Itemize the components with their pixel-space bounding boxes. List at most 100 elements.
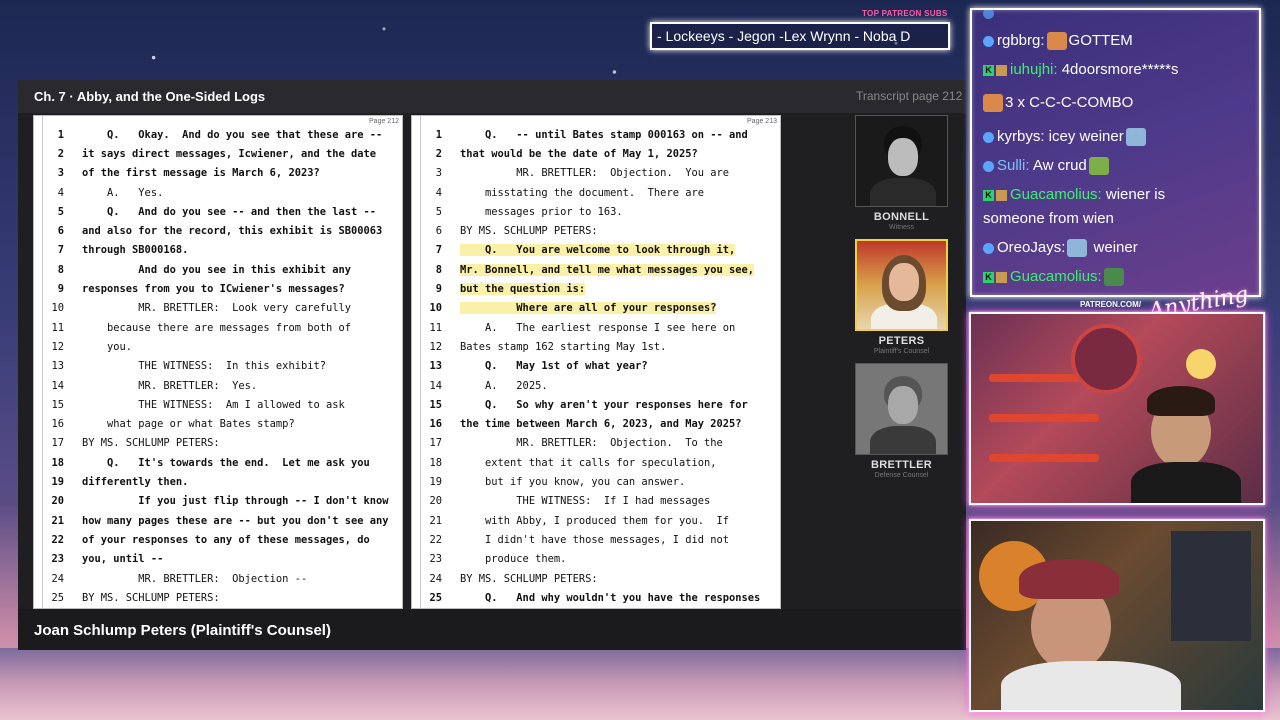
chat-username: iuhujhi: (1010, 61, 1058, 78)
badge-icon (983, 35, 994, 47)
speaker-bar: Joan Schlump Peters (Plaintiff's Counsel… (18, 609, 966, 650)
line-number: 14 (51, 379, 64, 392)
line-number: 8 (57, 263, 64, 276)
transcript-line: 6 BY MS. SCHLUMP PETERS: (412, 222, 780, 241)
line-text: THE WITNESS: Am I allowed to ask (82, 398, 345, 411)
chat-text: weiner (1089, 239, 1138, 256)
webcam-bottom (969, 519, 1265, 712)
line-number: 24 (429, 572, 442, 585)
line-text: you. (82, 340, 133, 353)
transcript-line: 13 THE WITNESS: In this exhibit? (34, 357, 402, 376)
line-text: Q. It's towards the end. Let me ask you (82, 456, 370, 469)
line-text: Q. -- until Bates stamp 000163 on -- and (460, 128, 748, 141)
transcript-line: 8 Mr. Bonnell, and tell me what messages … (412, 260, 780, 279)
line-text: the time between March 6, 2023, and May … (460, 418, 742, 431)
line-number: 4 (435, 186, 442, 199)
line-number: 12 (51, 340, 64, 353)
line-text: MR. BRETTLER: Yes. (82, 379, 258, 392)
transcript-line: 17 BY MS. SCHLUMP PETERS: (34, 434, 402, 453)
patreon-label: PATREON.COM/ (1080, 300, 1142, 309)
highlighted-line-text: Mr. Bonnell, and tell me what messages y… (460, 263, 755, 276)
line-text: A. The earliest response I see here on (460, 321, 736, 334)
line-text: MR. BRETTLER: Objection. To the (460, 437, 723, 450)
line-number: 12 (429, 340, 442, 353)
chapter-title: Ch. 7 · Abby, and the One-Sided Logs (34, 89, 266, 104)
transcript-line: 10 MR. BRETTLER: Look very carefully (34, 299, 402, 318)
line-text: responses from you to ICwiener's message… (82, 283, 345, 296)
line-text: that would be the date of May 1, 2025? (460, 147, 698, 160)
combo-text: 3 x C-C-C-COMBO (1005, 94, 1134, 111)
badge-icon (983, 242, 994, 254)
line-text: I didn't have those messages, I did not (460, 533, 729, 546)
line-text: of your responses to any of these messag… (82, 533, 370, 546)
line-number: 2 (57, 147, 64, 160)
transcript-line: 19 but if you know, you can answer. (412, 472, 780, 491)
chat-text: Aw crud (1029, 157, 1087, 174)
transcript-line: 24 MR. BRETTLER: Objection -- (34, 569, 402, 588)
line-number: 20 (51, 495, 64, 508)
line-number: 16 (51, 418, 64, 431)
transcript-line: 23 you, until -- (34, 550, 402, 569)
chat-message: kyrbys: icey weiner (983, 128, 1255, 147)
emote-icon (983, 94, 1003, 113)
line-number: 9 (57, 283, 64, 296)
transcript-page-indicator: Transcript page 212 (856, 89, 963, 103)
participant-role: Plaintiff's Counsel (873, 348, 930, 355)
line-number: 8 (435, 263, 442, 276)
line-number: 17 (51, 437, 64, 450)
emote-icon (1046, 32, 1067, 51)
transcript-line: 15 Q. So why aren't your responses here … (412, 395, 780, 414)
chat-message: OreoJays: weiner (983, 239, 1255, 258)
participant-role: Witness (889, 224, 914, 231)
chat-message: K Guacamolius: (983, 268, 1255, 287)
avatar (855, 363, 948, 455)
line-text: produce them. (460, 553, 567, 566)
line-number: 23 (51, 553, 64, 566)
line-number: 13 (51, 360, 64, 373)
transcript-line: 20 If you just flip through -- I don't k… (34, 492, 402, 511)
transcript-line: 24 BY MS. SCHLUMP PETERS: (412, 569, 780, 588)
avatar (855, 115, 948, 207)
transcript-line: 8 And do you see in this exhibit any (34, 260, 402, 279)
emote-icon (1125, 128, 1146, 147)
line-text: BY MS. SCHLUMP PETERS: (82, 437, 220, 450)
transcript-line: 7 through SB000168. (34, 241, 402, 260)
line-number: 7 (435, 244, 442, 257)
highlighted-line-text: Q. You are welcome to look through it, (460, 244, 736, 257)
transcript-page-left: Page 212 1 Q. Okay. And do you see that … (33, 115, 403, 609)
k-badge-icon: K (983, 271, 994, 283)
line-number: 10 (429, 302, 442, 315)
line-number: 18 (429, 456, 442, 469)
chat-text: icey weiner (1044, 128, 1124, 145)
line-number: 25 (429, 591, 442, 604)
line-text: Bates stamp 162 starting May 1st. (460, 340, 667, 353)
transcript-line: 9 but the question is: (412, 279, 780, 298)
panel-header: Ch. 7 · Abby, and the One-Sided Logs Tra… (18, 80, 966, 113)
line-number: 24 (51, 572, 64, 585)
line-text: BY MS. SCHLUMP PETERS: (82, 591, 220, 604)
chat-username: OreoJays: (997, 239, 1066, 256)
line-number: 7 (57, 244, 64, 257)
transcript-line: 12 you. (34, 337, 402, 356)
emote-icon (1088, 157, 1109, 176)
transcript-line: 25 Q. And why wouldn't you have the resp… (412, 588, 780, 607)
page-number: Page 212 (369, 118, 399, 125)
participant-name: BONNELL (873, 211, 930, 223)
chat-message: Kiuhujhi: 4doorsmore*****s (983, 61, 1255, 78)
cap (1019, 559, 1119, 599)
line-number: 18 (51, 456, 64, 469)
transcript-line: 2 it says direct messages, Icwiener, and … (34, 144, 402, 163)
transcript-line: 9 responses from you to ICwiener's messag… (34, 279, 402, 298)
line-number: 6 (57, 225, 64, 238)
line-number: 16 (429, 418, 442, 431)
transcript-panel: Ch. 7 · Abby, and the One-Sided Logs Tra… (18, 80, 966, 650)
line-number: 15 (429, 398, 442, 411)
line-number: 14 (429, 379, 442, 392)
shelf (989, 414, 1099, 422)
line-text: of the first message is March 6, 2023? (82, 167, 320, 180)
line-text: Q. Okay. And do you see that these are -… (82, 128, 383, 141)
line-number: 17 (429, 437, 442, 450)
chat-message: K Guacamolius: wiener is (983, 186, 1255, 203)
line-number: 6 (435, 225, 442, 238)
participant-name: PETERS (878, 335, 925, 347)
